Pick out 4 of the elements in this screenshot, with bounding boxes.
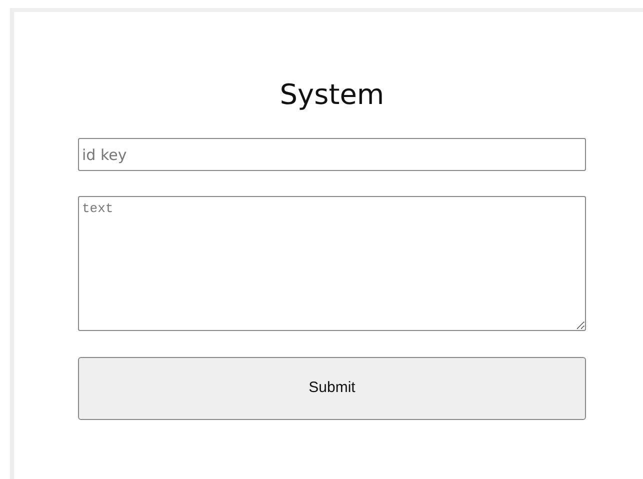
text-area-field[interactable]: text — [78, 196, 586, 331]
id-key-field[interactable]: id key — [78, 138, 586, 171]
page-title: System — [280, 78, 384, 112]
submit-button[interactable]: Submit — [78, 357, 586, 420]
